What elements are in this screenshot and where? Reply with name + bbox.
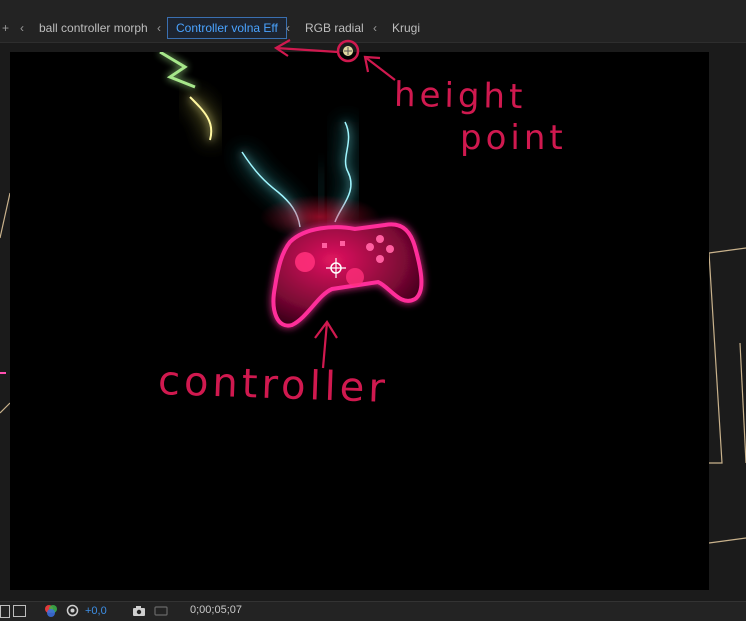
composition-frame[interactable]	[10, 52, 709, 590]
chevron-left-icon: ‹	[157, 21, 161, 35]
comp-navigator-bar: + ‹ ball controller morph ‹ Controller v…	[0, 0, 746, 43]
chevron-left-icon: ‹	[373, 21, 377, 35]
chevron-left-icon: ‹	[20, 21, 24, 35]
snapshot-camera-icon[interactable]	[132, 605, 146, 619]
annotation-point: point	[460, 118, 567, 158]
annotation-height: height	[393, 74, 527, 118]
plus-icon[interactable]: +	[2, 17, 9, 39]
breadcrumb-item[interactable]: RGB radial	[305, 17, 364, 39]
reset-exposure-icon[interactable]	[66, 604, 79, 618]
game-controller-icon[interactable]	[271, 222, 424, 328]
annotation-controller: controller	[157, 357, 390, 413]
channel-color-icon[interactable]	[44, 604, 58, 618]
show-snapshot-icon[interactable]	[154, 605, 168, 619]
breadcrumb-item[interactable]: ball controller morph	[39, 17, 148, 39]
region-of-interest-icon[interactable]	[0, 605, 10, 618]
yellow-glow-trail	[159, 52, 215, 141]
transparency-grid-icon[interactable]	[13, 605, 26, 617]
chevron-left-icon: ‹	[286, 21, 290, 35]
current-time-display[interactable]: 0;00;05;07	[184, 603, 248, 618]
composition-render	[159, 52, 424, 328]
viewer-control-bar: +0,0 0;00;05;07	[0, 601, 746, 620]
breadcrumb-item-active[interactable]: Controller volna Eff	[167, 17, 287, 39]
breadcrumb-item[interactable]: Krugi	[392, 17, 420, 39]
exposure-value[interactable]: +0,0	[85, 604, 107, 618]
